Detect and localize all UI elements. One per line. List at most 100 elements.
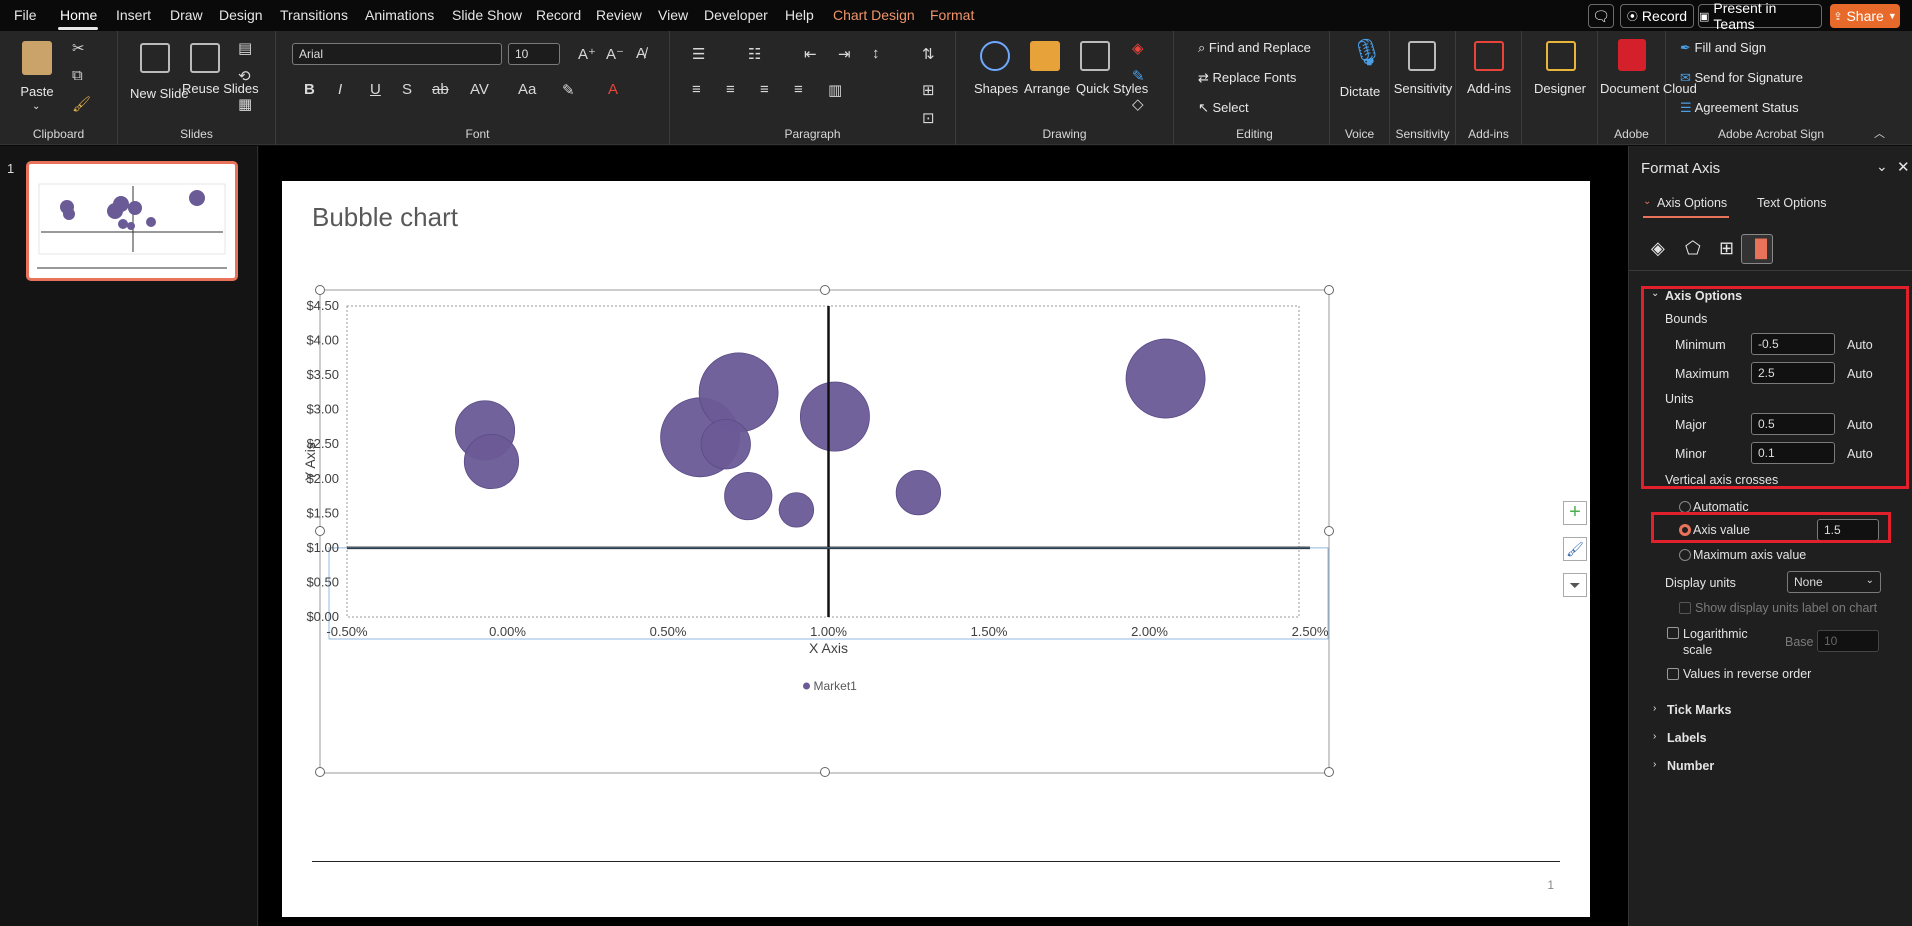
section-number[interactable]: Number bbox=[1667, 759, 1714, 773]
show-units-label-checkbox[interactable] bbox=[1679, 602, 1691, 614]
chevron-right-icon[interactable]: › bbox=[1653, 703, 1656, 714]
underline-icon[interactable]: U bbox=[370, 81, 381, 98]
resize-handle[interactable] bbox=[1324, 526, 1334, 536]
slide-thumbnail[interactable] bbox=[26, 161, 238, 281]
tab-design[interactable]: Design bbox=[219, 7, 263, 23]
font-color-icon[interactable]: A bbox=[608, 81, 618, 98]
new-slide-button[interactable]: New Slide bbox=[130, 86, 189, 101]
strikethrough-icon[interactable]: ab bbox=[432, 81, 449, 98]
shape-effects-icon[interactable]: ◇ bbox=[1132, 95, 1144, 113]
arrange-button[interactable]: Arrange bbox=[1024, 81, 1070, 96]
align-right-icon[interactable]: ≡ bbox=[760, 81, 769, 98]
resize-handle[interactable] bbox=[315, 285, 325, 295]
align-left-icon[interactable]: ≡ bbox=[692, 81, 701, 98]
chevron-down-icon[interactable]: ⌄ bbox=[32, 101, 40, 112]
tab-transitions[interactable]: Transitions bbox=[280, 7, 348, 23]
highlight-icon[interactable]: ✎ bbox=[562, 81, 575, 99]
tab-text-options[interactable]: Text Options bbox=[1757, 196, 1826, 210]
record-button[interactable]: ⦿ Record bbox=[1620, 4, 1694, 28]
spacing-icon[interactable]: AV bbox=[470, 81, 489, 98]
bold-icon[interactable]: B bbox=[304, 81, 315, 98]
slide-canvas[interactable]: Bubble chart 1 -0.50% 0.00% 0.50% 1.00% 1.50… bbox=[282, 181, 1590, 917]
section-tick-marks[interactable]: Tick Marks bbox=[1667, 703, 1731, 717]
fill-line-icon[interactable]: ◈ bbox=[1651, 238, 1665, 259]
format-painter-icon[interactable]: 🖌 bbox=[72, 95, 91, 113]
axis-options-icon-button[interactable]: ▐▌ bbox=[1741, 234, 1773, 264]
line-spacing-icon[interactable]: ↕ bbox=[872, 45, 880, 62]
bullets-icon[interactable]: ☰ bbox=[692, 45, 705, 63]
reverse-order-checkbox[interactable] bbox=[1667, 668, 1679, 680]
sensitivity-button[interactable]: Sensitivity bbox=[1392, 81, 1454, 96]
comments-button[interactable]: 🗨 bbox=[1588, 4, 1614, 28]
chart-elements-button[interactable]: + bbox=[1563, 501, 1587, 525]
chevron-down-icon[interactable]: ⌄ bbox=[1876, 158, 1888, 175]
addins-button[interactable]: Add-ins bbox=[1462, 81, 1516, 96]
replace-fonts-button[interactable]: ⇄ Replace Fonts bbox=[1198, 70, 1296, 86]
font-family-select[interactable]: Arial bbox=[292, 43, 502, 65]
designer-button[interactable]: Designer bbox=[1528, 81, 1592, 96]
tab-chart-design[interactable]: Chart Design bbox=[833, 7, 915, 23]
cut-icon[interactable]: ✂ bbox=[72, 39, 85, 57]
reuse-slides-button[interactable]: Reuse Slides bbox=[182, 81, 259, 96]
tab-record[interactable]: Record bbox=[536, 7, 581, 23]
base-input[interactable]: 10 bbox=[1817, 630, 1879, 652]
copy-icon[interactable]: ⧉ bbox=[72, 67, 83, 84]
tab-review[interactable]: Review bbox=[596, 7, 642, 23]
collapse-ribbon-icon[interactable]: ︿ bbox=[1874, 125, 1885, 141]
close-icon[interactable]: ✕ bbox=[1897, 158, 1910, 176]
tab-slide-show[interactable]: Slide Show bbox=[452, 7, 522, 23]
select-button[interactable]: ↖ Select bbox=[1198, 100, 1249, 116]
decrease-indent-icon[interactable]: ⇤ bbox=[804, 45, 817, 63]
italic-icon[interactable]: I bbox=[338, 81, 342, 98]
present-in-teams-button[interactable]: ▣ Present in Teams bbox=[1698, 0, 1822, 32]
tab-developer[interactable]: Developer bbox=[704, 7, 768, 23]
clear-format-icon[interactable]: A̸ bbox=[636, 45, 646, 62]
smartart-icon[interactable]: ⊡ bbox=[922, 109, 935, 127]
display-units-select[interactable]: None ⌄ bbox=[1787, 571, 1881, 593]
chevron-right-icon[interactable]: › bbox=[1653, 731, 1656, 742]
bubble-chart[interactable]: -0.50% 0.00% 0.50% 1.00% 1.50% 2.00% 2.50% $0.0… bbox=[282, 181, 1590, 917]
tab-draw[interactable]: Draw bbox=[170, 7, 203, 23]
logarithmic-checkbox[interactable] bbox=[1667, 627, 1679, 639]
resize-handle[interactable] bbox=[315, 767, 325, 777]
tab-file[interactable]: File bbox=[14, 7, 37, 23]
resize-handle[interactable] bbox=[1324, 285, 1334, 295]
increase-indent-icon[interactable]: ⇥ bbox=[838, 45, 851, 63]
columns-icon[interactable]: ▥ bbox=[828, 81, 842, 99]
decrease-font-icon[interactable]: A⁻ bbox=[606, 45, 624, 63]
reset-icon[interactable]: ⟲ bbox=[238, 67, 251, 85]
tab-home[interactable]: Home bbox=[60, 7, 97, 23]
chart-styles-button[interactable]: 🖌 bbox=[1563, 537, 1587, 561]
fill-sign-button[interactable]: ✒ Fill and Sign bbox=[1680, 40, 1766, 56]
tab-animations[interactable]: Animations bbox=[365, 7, 434, 23]
tab-insert[interactable]: Insert bbox=[116, 7, 151, 23]
paste-button[interactable]: Paste bbox=[16, 84, 58, 99]
share-button[interactable]: ⇪ Share ▼ bbox=[1830, 4, 1900, 28]
resize-handle[interactable] bbox=[820, 285, 830, 295]
numbering-icon[interactable]: ☷ bbox=[748, 45, 761, 63]
resize-handle[interactable] bbox=[820, 767, 830, 777]
shapes-button[interactable]: Shapes bbox=[974, 81, 1018, 96]
agreement-status-button[interactable]: ☰ Agreement Status bbox=[1680, 100, 1799, 116]
tab-axis-options[interactable]: Axis Options bbox=[1657, 196, 1727, 210]
shadow-icon[interactable]: S bbox=[402, 81, 412, 98]
text-direction-icon[interactable]: ⇅ bbox=[922, 45, 935, 63]
change-case-icon[interactable]: Aa bbox=[518, 81, 536, 98]
dictate-button[interactable]: Dictate bbox=[1334, 84, 1386, 99]
quick-styles-button[interactable]: Quick Styles bbox=[1076, 81, 1148, 96]
increase-font-icon[interactable]: A⁺ bbox=[578, 45, 596, 63]
send-signature-button[interactable]: ✉ Send for Signature bbox=[1680, 70, 1803, 86]
resize-handle[interactable] bbox=[315, 526, 325, 536]
document-cloud-button[interactable]: Document Cloud bbox=[1600, 81, 1697, 96]
resize-handle[interactable] bbox=[1324, 767, 1334, 777]
chart-filters-button[interactable]: ⏷ bbox=[1563, 573, 1587, 597]
section-icon[interactable]: ▦ bbox=[238, 95, 252, 113]
shape-outline-icon[interactable]: ✎ bbox=[1132, 67, 1145, 85]
font-size-select[interactable]: 10 bbox=[508, 43, 560, 65]
max-axis-value-radio[interactable] bbox=[1679, 549, 1691, 561]
effects-icon[interactable]: ⬠ bbox=[1685, 238, 1701, 259]
tab-help[interactable]: Help bbox=[785, 7, 814, 23]
align-center-icon[interactable]: ≡ bbox=[726, 81, 735, 98]
tab-format[interactable]: Format bbox=[930, 7, 974, 23]
justify-icon[interactable]: ≡ bbox=[794, 81, 803, 98]
